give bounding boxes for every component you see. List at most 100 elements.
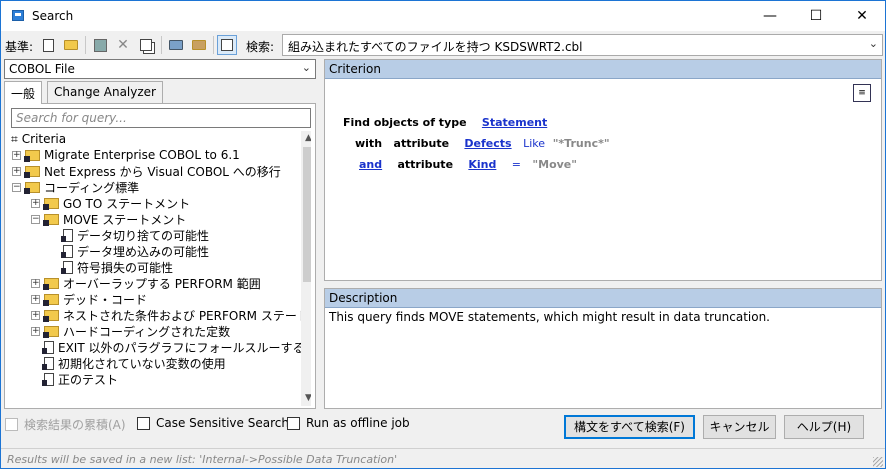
tree-item[interactable]: 符号損失の可能性 [61,259,174,275]
criterion-editor-icon[interactable]: ≡ [853,84,871,102]
scroll-up-arrow-icon[interactable]: ▲ [301,131,311,146]
open-query-button[interactable] [61,35,81,55]
case-sensitive-checkbox[interactable]: Case Sensitive Search [137,416,289,430]
scrollbar-thumb[interactable] [303,147,311,282]
tree-item[interactable]: + Net Express から Visual COBOL への移行 [12,163,281,179]
search-scope-combobox[interactable]: 組み込まれたすべてのファイルを持つ KSDSWRT2.cbl ⌄ [282,34,883,56]
title-bar: Search — ☐ ✕ [1,1,885,31]
query-icon [42,340,54,354]
collapse-icon[interactable]: − [12,182,21,192]
toolbar-separator [213,36,214,54]
tab-general[interactable]: 一般 [4,81,43,104]
tree-item-label: Migrate Enterprise COBOL to 6.1 [44,148,240,162]
tree-item-label: Net Express から Visual COBOL への移行 [44,164,281,179]
query-tab-body: Search for query... 正のテスト 初期化されていない変数の使用 E… [4,103,316,409]
tree-item-label: 正のテスト [58,372,119,387]
object-type-value: COBOL File [9,62,75,76]
tree-item[interactable]: EXIT 以外のパラグラフにフォールスルーするパラ [42,339,311,355]
attribute-value[interactable]: "Move" [532,158,577,171]
description-header: Description [325,289,881,308]
criterion-line-2: with attribute Defects Like "*Trunc*" [355,137,610,150]
tree-item[interactable]: 正のテスト [42,371,119,387]
tree-item-label: 符号損失の可能性 [77,260,174,275]
attribute-value[interactable]: "*Trunc*" [553,137,610,150]
search-scope-value: 組み込まれたすべてのファイルを持つ KSDSWRT2.cbl [288,40,583,54]
search-app-icon [12,10,24,21]
tree-item[interactable]: データ切り捨ての可能性 [61,227,210,243]
status-bar: Results will be saved in a new list: 'In… [1,448,885,469]
tree-item-label: MOVE ステートメント [63,212,187,227]
tree-item[interactable]: ⌗ Criteria [11,131,66,147]
tree-item[interactable]: + デッド・コード [31,291,147,307]
tree-item[interactable]: + Migrate Enterprise COBOL to 6.1 [12,147,240,163]
description-text: This query finds MOVE statements, which … [329,310,770,324]
query-folder-icon [24,149,40,162]
new-document-icon [42,38,54,52]
help-button[interactable]: ヘルプ(H) [784,415,864,439]
cut-button[interactable]: ✕ [113,35,133,55]
expand-icon[interactable]: + [31,278,40,288]
tree-item[interactable]: データ埋め込みの可能性 [61,243,209,259]
close-button[interactable]: ✕ [839,1,885,31]
query-folder-icon [43,197,59,210]
run-query-button[interactable] [166,35,186,55]
copy-button[interactable] [136,35,156,55]
maximize-button[interactable]: ☐ [793,1,839,31]
object-type-combobox[interactable]: COBOL File ⌄ [4,59,316,79]
tree-item[interactable]: + GO TO ステートメント [31,195,190,211]
tree-item[interactable]: 初期化されていない変数の使用 [42,355,226,371]
query-folder-icon [43,293,59,306]
expand-icon[interactable]: + [31,326,40,336]
new-query-button[interactable] [38,35,58,55]
expand-icon[interactable]: + [31,198,40,208]
collapse-icon[interactable]: − [31,214,40,224]
tree-item[interactable]: + ハードコーディングされた定数 [31,323,230,339]
operator-link[interactable]: Like [523,137,545,150]
tree-item[interactable]: − コーディング標準 [12,179,139,195]
attribute-link[interactable]: Defects [464,137,511,150]
search-window: Search — ☐ ✕ 基準: ✕ 検索: 組み込まれたすべてのファイルを持つ… [0,0,886,469]
search-label: 検索: [246,40,275,54]
logic-operator-link[interactable]: and [359,158,382,171]
expand-icon[interactable]: + [31,310,40,320]
query-search-input[interactable]: Search for query... [11,108,311,128]
criterion-header: Criterion [325,60,881,79]
resize-grip-icon[interactable] [873,457,883,467]
expand-icon[interactable]: + [12,166,21,176]
criterion-panel: Criterion ≡ Find objects of type Stateme… [324,59,882,281]
criterion-type-text: Find objects of type [343,116,467,129]
scroll-down-arrow-icon[interactable]: ▼ [301,391,311,406]
tree-item[interactable]: + オーバーラップする PERFORM 範囲 [31,275,261,291]
operator-link[interactable]: = [512,158,521,171]
query-icon [42,356,54,370]
tree-item[interactable]: − MOVE ステートメント [31,211,186,227]
attribute-link[interactable]: Kind [468,158,496,171]
offline-job-label: Run as offline job [306,416,410,430]
cancel-button[interactable]: キャンセル [703,415,776,439]
open-folder-icon [64,40,78,50]
tree-item-label: ハードコーディングされた定数 [63,324,231,339]
query-icon [61,260,73,274]
tree-item-label: GO TO ステートメント [63,196,191,211]
tree-scrollbar[interactable]: ▲ ▼ [301,131,311,406]
query-icon [61,244,73,258]
tree-item[interactable]: + ネストされた条件および PERFORM ステートメン [31,307,311,323]
tree-item-label: オーバーラップする PERFORM 範囲 [63,276,261,291]
tree-item-label: データ切り捨ての可能性 [77,228,210,243]
query-tree: 正のテスト 初期化されていない変数の使用 EXIT 以外のパラグラフにフォールスルー… [11,131,311,406]
tab-change-analyzer[interactable]: Change Analyzer [47,81,163,103]
minimize-button[interactable]: — [747,1,793,31]
case-sensitive-label: Case Sensitive Search [156,416,289,430]
expand-icon[interactable]: + [31,294,40,304]
type-link[interactable]: Statement [482,116,547,129]
expand-icon[interactable]: + [12,150,21,160]
save-query-button[interactable] [90,35,110,55]
offline-job-checkbox[interactable]: Run as offline job [287,416,410,430]
accumulate-results-checkbox[interactable]: 検索結果の累積(A) [5,416,126,433]
query-browser-panel: COBOL File ⌄ 一般 Change Analyzer Search f… [2,59,318,409]
search-all-button[interactable]: 構文をすべて検索(F) [564,415,695,439]
query-to-list-button[interactable] [189,35,209,55]
tree-item-label: EXIT 以外のパラグラフにフォールスルーするパラ [58,340,311,355]
print-preview-button[interactable] [217,35,237,55]
query-folder-icon [43,213,59,226]
